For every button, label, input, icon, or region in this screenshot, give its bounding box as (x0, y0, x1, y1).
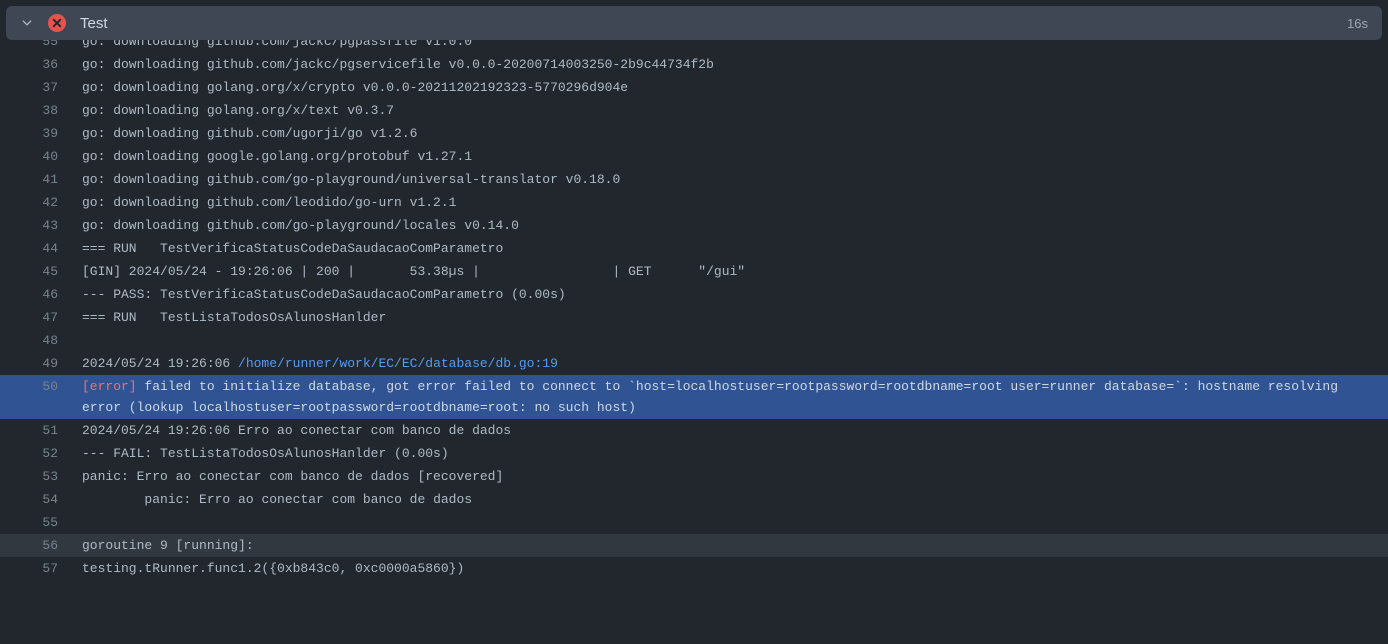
line-number[interactable]: 36 (0, 54, 72, 75)
log-line[interactable]: 512024/05/24 19:26:06 Erro ao conectar c… (0, 419, 1388, 442)
log-content: --- FAIL: TestListaTodosOsAlunosHanlder … (72, 443, 1388, 464)
log-content (72, 512, 1388, 533)
log-line[interactable]: 36go: downloading github.com/jackc/pgser… (0, 53, 1388, 76)
log-line[interactable]: 52--- FAIL: TestListaTodosOsAlunosHanlde… (0, 442, 1388, 465)
log-line[interactable]: 45[GIN] 2024/05/24 - 19:26:06 | 200 | 53… (0, 260, 1388, 283)
line-number[interactable]: 55 (0, 40, 72, 52)
line-number[interactable]: 54 (0, 489, 72, 510)
log-line[interactable]: 55 (0, 511, 1388, 534)
log-content: [GIN] 2024/05/24 - 19:26:06 | 200 | 53.3… (72, 261, 1388, 282)
log-line[interactable]: 42go: downloading github.com/leodido/go-… (0, 191, 1388, 214)
log-line[interactable]: 46--- PASS: TestVerificaStatusCodeDaSaud… (0, 283, 1388, 306)
log-line[interactable]: 57testing.tRunner.func1.2({0xb843c0, 0xc… (0, 557, 1388, 580)
log-content: testing.tRunner.func1.2({0xb843c0, 0xc00… (72, 558, 1388, 579)
collapse-chevron-icon[interactable] (20, 16, 34, 30)
line-number[interactable]: 47 (0, 307, 72, 328)
line-number[interactable]: 45 (0, 261, 72, 282)
log-content: go: downloading github.com/go-playground… (72, 169, 1388, 190)
log-line[interactable]: 38go: downloading golang.org/x/text v0.3… (0, 99, 1388, 122)
log-line[interactable]: 43go: downloading github.com/go-playgrou… (0, 214, 1388, 237)
log-content (72, 330, 1388, 351)
log-line[interactable]: 56goroutine 9 [running]: (0, 534, 1388, 557)
log-content: [error] failed to initialize database, g… (72, 376, 1388, 418)
line-number[interactable]: 40 (0, 146, 72, 167)
log-content: go: downloading github.com/leodido/go-ur… (72, 192, 1388, 213)
log-content: go: downloading github.com/go-playground… (72, 215, 1388, 236)
line-number[interactable]: 56 (0, 535, 72, 556)
log-line[interactable]: 40go: downloading google.golang.org/prot… (0, 145, 1388, 168)
line-number[interactable]: 51 (0, 420, 72, 441)
log-line[interactable]: 39go: downloading github.com/ugorji/go v… (0, 122, 1388, 145)
status-fail-icon (48, 14, 66, 32)
log-content: --- PASS: TestVerificaStatusCodeDaSaudac… (72, 284, 1388, 305)
log-content: go: downloading github.com/ugorji/go v1.… (72, 123, 1388, 144)
log-content: go: downloading golang.org/x/crypto v0.0… (72, 77, 1388, 98)
line-number[interactable]: 48 (0, 330, 72, 351)
section-title: Test (80, 15, 1347, 32)
log-line[interactable]: 55go: downloading github.com/jackc/pgpas… (0, 40, 1388, 53)
log-content: panic: Erro ao conectar com banco de dad… (72, 466, 1388, 487)
line-number[interactable]: 42 (0, 192, 72, 213)
section-duration: 16s (1347, 16, 1368, 31)
log-line[interactable]: 44=== RUN TestVerificaStatusCodeDaSaudac… (0, 237, 1388, 260)
line-number[interactable]: 38 (0, 100, 72, 121)
log-content: panic: Erro ao conectar com banco de dad… (72, 489, 1388, 510)
line-number[interactable]: 49 (0, 353, 72, 374)
line-number[interactable]: 57 (0, 558, 72, 579)
log-content: go: downloading golang.org/x/text v0.3.7 (72, 100, 1388, 121)
log-section-header[interactable]: Test 16s (6, 6, 1382, 40)
log-line[interactable]: 47=== RUN TestListaTodosOsAlunosHanlder (0, 306, 1388, 329)
line-number[interactable]: 52 (0, 443, 72, 464)
file-path-link[interactable]: /home/runner/work/EC/EC/database/db.go:1… (238, 356, 558, 371)
line-number[interactable]: 39 (0, 123, 72, 144)
line-number[interactable]: 37 (0, 77, 72, 98)
log-content: go: downloading google.golang.org/protob… (72, 146, 1388, 167)
line-number[interactable]: 41 (0, 169, 72, 190)
line-number[interactable]: 55 (0, 512, 72, 533)
log-line[interactable]: 53panic: Erro ao conectar com banco de d… (0, 465, 1388, 488)
error-tag: [error] (82, 379, 137, 394)
line-number[interactable]: 43 (0, 215, 72, 236)
line-number[interactable]: 46 (0, 284, 72, 305)
log-content: go: downloading github.com/jackc/pgpassf… (72, 40, 1388, 52)
log-content: === RUN TestVerificaStatusCodeDaSaudacao… (72, 238, 1388, 259)
log-content: go: downloading github.com/jackc/pgservi… (72, 54, 1388, 75)
line-number[interactable]: 44 (0, 238, 72, 259)
log-content: === RUN TestListaTodosOsAlunosHanlder (72, 307, 1388, 328)
log-line[interactable]: 50[error] failed to initialize database,… (0, 375, 1388, 419)
log-output[interactable]: 55go: downloading github.com/jackc/pgpas… (0, 40, 1388, 580)
line-number[interactable]: 53 (0, 466, 72, 487)
log-line[interactable]: 54 panic: Erro ao conectar com banco de … (0, 488, 1388, 511)
log-line[interactable]: 48 (0, 329, 1388, 352)
log-content: 2024/05/24 19:26:06 Erro ao conectar com… (72, 420, 1388, 441)
log-content: 2024/05/24 19:26:06 /home/runner/work/EC… (72, 353, 1388, 374)
log-line[interactable]: 492024/05/24 19:26:06 /home/runner/work/… (0, 352, 1388, 375)
log-line[interactable]: 41go: downloading github.com/go-playgrou… (0, 168, 1388, 191)
line-number[interactable]: 50 (0, 376, 72, 418)
log-line[interactable]: 37go: downloading golang.org/x/crypto v0… (0, 76, 1388, 99)
log-content: goroutine 9 [running]: (72, 535, 1388, 556)
